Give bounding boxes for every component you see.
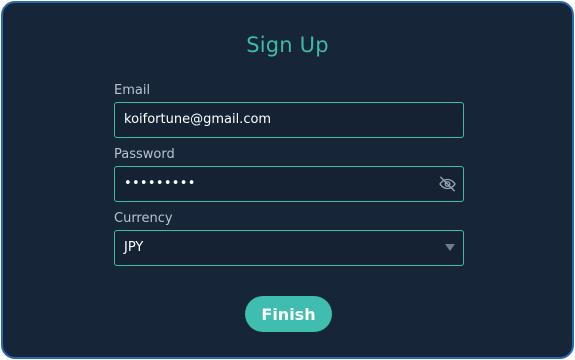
currency-label: Currency bbox=[114, 211, 173, 226]
password-label: Password bbox=[114, 147, 175, 162]
chevron-down-icon[interactable] bbox=[445, 244, 455, 252]
email-label: Email bbox=[114, 83, 151, 98]
currency-select[interactable]: JPY bbox=[114, 230, 464, 266]
finish-button[interactable]: Finish bbox=[245, 296, 332, 332]
signup-card: Sign Up Email koifortune@gmail.com Passw… bbox=[1, 1, 574, 359]
email-value: koifortune@gmail.com bbox=[124, 112, 272, 127]
eye-slash-icon[interactable] bbox=[438, 175, 457, 193]
page-title: Sign Up bbox=[246, 33, 329, 57]
password-value: ••••••••• bbox=[124, 176, 196, 191]
currency-value: JPY bbox=[124, 240, 144, 255]
email-field[interactable]: koifortune@gmail.com bbox=[114, 102, 464, 138]
password-field[interactable]: ••••••••• bbox=[114, 166, 464, 202]
